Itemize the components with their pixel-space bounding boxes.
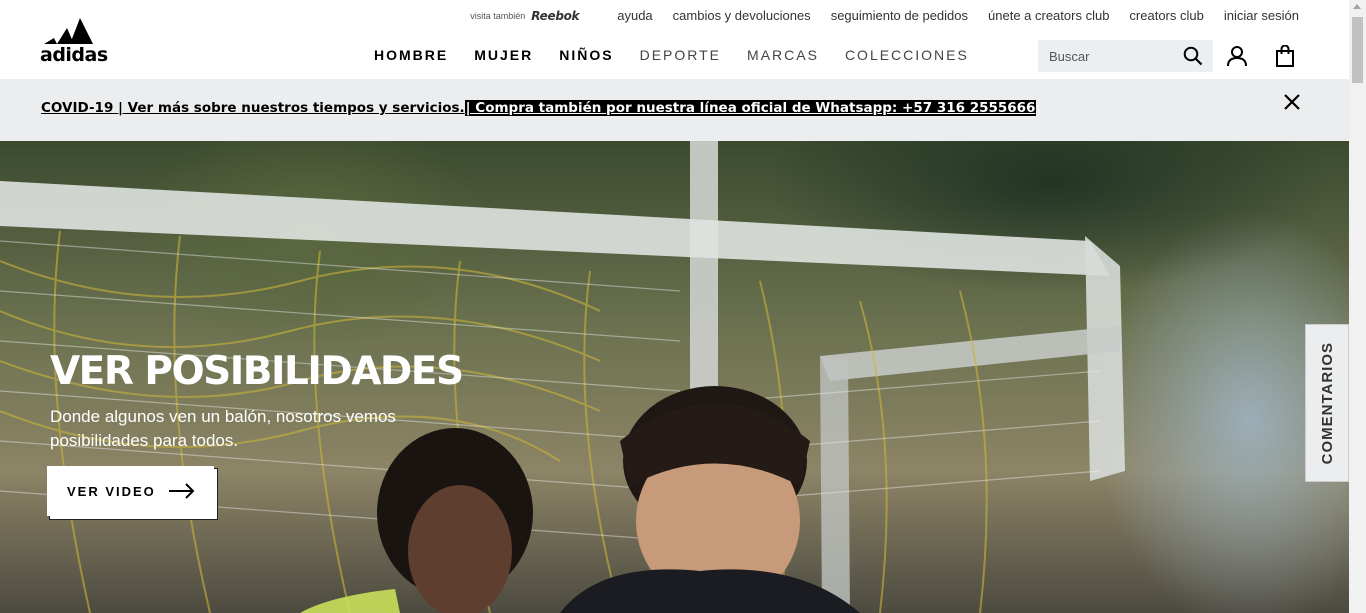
returns-link[interactable]: cambios y devoluciones bbox=[673, 8, 811, 23]
also-visit-label: visita también bbox=[470, 10, 526, 21]
page-scrollbar[interactable] bbox=[1349, 0, 1366, 613]
hero-title: VER POSIBILIDADES bbox=[50, 349, 464, 394]
reebok-link[interactable]: Reebok bbox=[531, 9, 579, 23]
covid-banner: COVID-19 | Ver más sobre nuestros tiempo… bbox=[0, 79, 1349, 141]
hero-subtitle: Donde algunos ven un balón, nosotros vem… bbox=[50, 407, 396, 450]
banner-covid-link[interactable]: COVID-19 | Ver más sobre nuestros tiempo… bbox=[41, 100, 465, 116]
nav-item-colecciones[interactable]: COLECCIONES bbox=[845, 47, 969, 63]
feedback-tab[interactable]: COMENTARIOS bbox=[1305, 324, 1349, 482]
login-link[interactable]: iniciar sesión bbox=[1224, 8, 1299, 23]
watch-video-label: VER VIDEO bbox=[67, 483, 156, 499]
user-icon[interactable] bbox=[1226, 45, 1248, 67]
header: adidas visita también Reebok ayuda cambi… bbox=[0, 0, 1349, 79]
search-icon[interactable] bbox=[1183, 46, 1203, 66]
feedback-label: COMENTARIOS bbox=[1318, 341, 1336, 465]
nav-item-ninos[interactable]: NIÑOS bbox=[559, 47, 613, 63]
creators-club-link[interactable]: creators club bbox=[1129, 8, 1203, 23]
logo-text: adidas bbox=[40, 44, 108, 66]
scrollbar-thumb[interactable] bbox=[1352, 17, 1363, 83]
nav-item-mujer[interactable]: MUJER bbox=[474, 47, 533, 63]
search-box bbox=[1038, 40, 1213, 72]
search-input[interactable] bbox=[1049, 48, 1174, 64]
adidas-logo-icon bbox=[44, 18, 93, 44]
join-creators-club-link[interactable]: únete a creators club bbox=[988, 8, 1109, 23]
bag-icon[interactable] bbox=[1275, 45, 1295, 67]
nav-item-deporte[interactable]: DEPORTE bbox=[640, 47, 721, 63]
utility-nav: visita también Reebok ayuda cambios y de… bbox=[470, 8, 1299, 23]
banner-whatsapp-link[interactable]: | Compra también por nuestra línea ofici… bbox=[464, 100, 1037, 116]
page: adidas visita también Reebok ayuda cambi… bbox=[0, 0, 1349, 613]
order-tracking-link[interactable]: seguimiento de pedidos bbox=[831, 8, 968, 23]
banner-message[interactable]: COVID-19 | Ver más sobre nuestros tiempo… bbox=[41, 100, 1037, 116]
nav-item-hombre[interactable]: HOMBRE bbox=[374, 47, 448, 63]
watch-video-button[interactable]: VER VIDEO bbox=[47, 466, 214, 516]
scroll-up-icon[interactable] bbox=[1353, 4, 1361, 9]
main-nav: HOMBRE MUJER NIÑOS DEPORTE MARCAS COLECC… bbox=[374, 47, 995, 63]
arrow-right-icon bbox=[169, 483, 195, 499]
nav-item-marcas[interactable]: MARCAS bbox=[747, 47, 819, 63]
close-icon[interactable] bbox=[1283, 93, 1301, 111]
help-link[interactable]: ayuda bbox=[617, 8, 652, 23]
hero-section: VER POSIBILIDADES Donde algunos ven un b… bbox=[0, 141, 1349, 613]
